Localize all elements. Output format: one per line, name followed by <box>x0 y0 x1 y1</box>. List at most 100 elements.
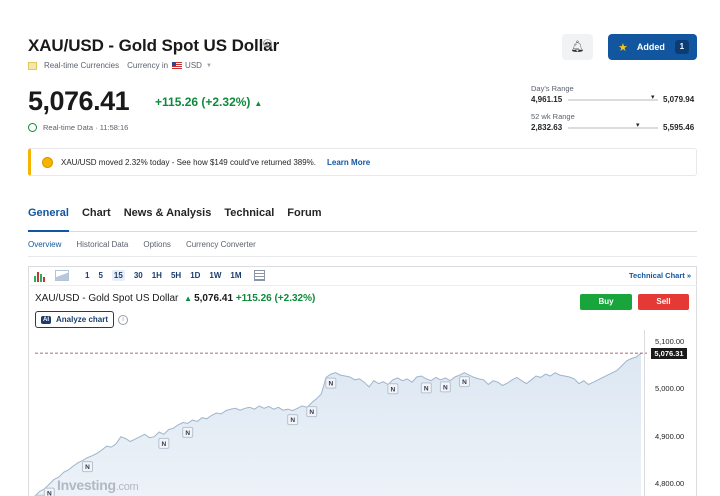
news-marker[interactable]: N <box>325 377 337 389</box>
watermark-suffix: .com <box>115 481 139 493</box>
y-tick: 4,800.00 <box>655 479 685 489</box>
y-axis-line <box>644 330 645 496</box>
analyze-chart-button[interactable]: AI Analyze chart <box>35 311 114 328</box>
week52-range-high: 5,595.46 <box>663 123 695 132</box>
watermark-text: Investing <box>57 477 116 493</box>
analyze-chart-label: Analyze chart <box>56 315 109 324</box>
y-tick: 4,900.00 <box>655 431 685 441</box>
ai-badge: AI <box>41 315 51 324</box>
coin-icon <box>42 156 53 168</box>
week52-range-low: 2,832.63 <box>531 123 563 132</box>
interval-5h[interactable]: 5H <box>171 271 181 280</box>
category-label: Real-time Currencies <box>44 61 120 70</box>
subtab-currency-converter[interactable]: Currency Converter <box>186 240 256 256</box>
last-price-tag: 5,076.31 <box>651 347 687 359</box>
realtime-status: Real-time Data · 11:58:16 <box>28 123 128 132</box>
days-range-marker: ▾ <box>651 94 655 101</box>
interval-30[interactable]: 30 <box>134 271 143 280</box>
area-chart-icon[interactable] <box>55 270 69 281</box>
interval-5[interactable]: 5 <box>98 271 102 280</box>
news-marker[interactable]: N <box>182 426 194 438</box>
svg-text:N: N <box>47 491 52 496</box>
chart-instrument-name: XAU/USD - Gold Spot US Dollar <box>35 293 179 304</box>
info-icon[interactable]: i <box>118 315 128 325</box>
interval-1w[interactable]: 1W <box>209 271 221 280</box>
up-arrow-icon: ▲ <box>254 99 263 108</box>
watchlist-added-button[interactable]: ★ Added 1 <box>608 34 697 60</box>
svg-text:N: N <box>328 381 333 388</box>
added-label: Added <box>636 42 665 52</box>
interval-1m[interactable]: 1M <box>230 271 241 280</box>
technical-chart-link[interactable]: Technical Chart » <box>629 271 691 280</box>
page-title: XAU/USD - Gold Spot US Dollar <box>28 36 280 55</box>
svg-text:N: N <box>290 417 295 424</box>
y-tick: 5,100.00 <box>655 336 685 346</box>
add-alert-button[interactable]: 🔔︎ <box>562 34 593 60</box>
chart-change-pct: (+2.32%) <box>274 293 316 304</box>
interval-1[interactable]: 1 <box>85 271 89 280</box>
days-range-high: 5,079.94 <box>663 95 695 104</box>
tab-news-analysis[interactable]: News & Analysis <box>124 207 212 232</box>
main-tabs: General Chart News & Analysis Technical … <box>28 207 697 232</box>
buy-button[interactable]: Buy <box>580 294 632 310</box>
bell-plus-icon: 🔔︎ <box>570 41 585 53</box>
clock-icon <box>28 123 37 132</box>
table-view-icon[interactable] <box>253 270 265 281</box>
tab-general[interactable]: General <box>28 207 69 232</box>
week52-range-label: 52 wk Range <box>531 112 575 121</box>
tab-chart[interactable]: Chart <box>82 207 111 232</box>
chart-title: XAU/USD - Gold Spot US Dollar ▲ 5,076.41 … <box>35 293 315 304</box>
days-range-low: 4,961.15 <box>531 95 563 104</box>
y-tick: 5,000.00 <box>655 384 685 394</box>
sub-tabs: Overview Historical Data Options Currenc… <box>28 240 697 257</box>
realtime-label: Real-time Data <box>43 123 94 132</box>
banner-text: XAU/USD moved 2.32% today - See how $149… <box>61 157 317 167</box>
svg-text:N: N <box>443 384 448 391</box>
up-arrow-icon: ▲ <box>184 294 193 303</box>
chevron-down-icon[interactable]: ▼ <box>206 63 212 69</box>
interval-15[interactable]: 15 <box>111 270 125 281</box>
svg-text:N: N <box>391 386 396 393</box>
price-change-value: +115.26 (+2.32%) <box>155 95 251 109</box>
svg-text:N: N <box>85 464 90 471</box>
currency-label: Currency in <box>127 61 169 70</box>
price-area-chart[interactable]: NNNNNNNNNNNN <box>29 330 647 496</box>
subtab-historical-data[interactable]: Historical Data <box>76 240 128 256</box>
news-marker[interactable]: N <box>287 414 299 426</box>
interval-1h[interactable]: 1H <box>152 271 162 280</box>
chart-toolbar: 1 5 15 30 1H 5H 1D 1W 1M Technical Chart… <box>28 266 697 286</box>
promo-banner: XAU/USD moved 2.32% today - See how $149… <box>28 148 697 176</box>
chart-price: 5,076.41 <box>194 293 234 304</box>
news-marker[interactable]: N <box>387 383 399 395</box>
news-marker[interactable]: N <box>458 376 470 388</box>
days-range-label: Day's Range <box>531 84 574 93</box>
news-marker[interactable]: N <box>81 461 93 473</box>
info-icon[interactable]: i <box>263 39 272 48</box>
last-price: 5,076.41 <box>28 86 130 116</box>
news-marker[interactable]: N <box>158 437 170 449</box>
tab-technical[interactable]: Technical <box>224 207 274 232</box>
tab-forum[interactable]: Forum <box>287 207 321 232</box>
investing-watermark: Investing.com <box>57 477 139 493</box>
instrument-meta: Real-time Currencies Currency in USD ▼ <box>28 61 212 70</box>
candlestick-icon[interactable] <box>34 270 48 282</box>
news-marker[interactable]: N <box>43 487 55 496</box>
svg-text:N: N <box>161 441 166 448</box>
news-marker[interactable]: N <box>439 381 451 393</box>
sell-button[interactable]: Sell <box>638 294 689 310</box>
chart-change: +115.26 <box>235 293 272 304</box>
subtab-options[interactable]: Options <box>143 240 171 256</box>
star-icon: ★ <box>618 41 628 54</box>
subtab-overview[interactable]: Overview <box>28 240 61 256</box>
us-flag-icon <box>172 62 183 69</box>
svg-text:N: N <box>462 379 467 386</box>
quote-time: 11:58:16 <box>99 123 129 132</box>
currency-value[interactable]: USD <box>185 61 202 70</box>
price-change: +115.26 (+2.32%) ▲ <box>155 95 262 109</box>
news-marker[interactable]: N <box>420 382 432 394</box>
price-area-fill <box>35 353 641 496</box>
learn-more-link[interactable]: Learn More <box>327 158 370 167</box>
interval-1d[interactable]: 1D <box>190 271 200 280</box>
market-icon <box>28 61 37 70</box>
news-marker[interactable]: N <box>306 406 318 418</box>
